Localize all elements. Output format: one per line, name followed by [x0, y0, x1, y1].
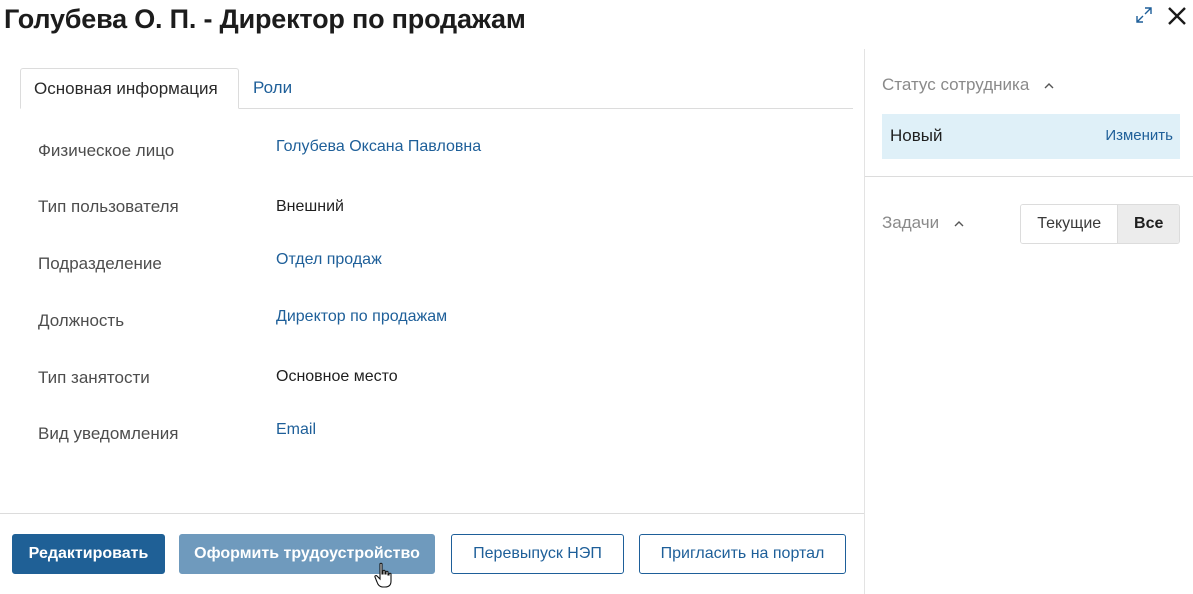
- field-value-position-link[interactable]: Директор по продажам: [276, 308, 447, 326]
- expand-icon[interactable]: [1135, 6, 1153, 24]
- field-value-user-type: Внешний: [276, 198, 344, 215]
- tasks-heading: Задачи: [882, 213, 940, 232]
- tasks-filter-current[interactable]: Текущие: [1021, 205, 1118, 243]
- change-status-link[interactable]: Изменить: [1105, 127, 1173, 144]
- sidebar-section-divider: [865, 176, 1193, 177]
- field-label-individual: Физическое лицо: [38, 141, 175, 160]
- edit-button[interactable]: Редактировать: [12, 534, 165, 574]
- tasks-section-toggle[interactable]: Задачи: [882, 213, 964, 233]
- tasks-filter-all[interactable]: Все: [1117, 205, 1179, 243]
- employ-button[interactable]: Оформить трудоустройство: [179, 534, 435, 574]
- field-value-employment-type: Основное место: [276, 368, 398, 385]
- footer-divider: [0, 513, 864, 514]
- status-box: Новый Изменить: [882, 114, 1180, 159]
- field-label-notification-type: Вид уведомления: [38, 424, 179, 443]
- field-label-employment-type: Тип занятости: [38, 368, 150, 387]
- status-value: Новый: [890, 126, 943, 145]
- sidebar-divider: [864, 49, 865, 594]
- tasks-filter-toggle: Текущие Все: [1020, 204, 1180, 244]
- invite-to-portal-button[interactable]: Пригласить на портал: [639, 534, 846, 574]
- close-icon[interactable]: [1166, 5, 1188, 27]
- reissue-signature-button[interactable]: Перевыпуск НЭП: [451, 534, 624, 574]
- field-value-department-link[interactable]: Отдел продаж: [276, 251, 382, 269]
- tab-bar: Основная информация Роли: [20, 68, 853, 109]
- status-section-toggle[interactable]: Статус сотрудника: [882, 75, 1054, 95]
- chevron-up-icon: [954, 220, 964, 227]
- chevron-up-icon: [1044, 82, 1054, 89]
- field-label-user-type: Тип пользователя: [38, 197, 179, 216]
- status-heading: Статус сотрудника: [882, 75, 1030, 94]
- hand-cursor-icon: [374, 562, 392, 588]
- field-value-notification-type-link[interactable]: Email: [276, 421, 316, 439]
- field-value-individual-link[interactable]: Голубева Оксана Павловна: [276, 138, 481, 156]
- page-title: Голубева О. П. - Директор по продажам: [4, 4, 526, 34]
- field-label-department: Подразделение: [38, 254, 162, 273]
- tab-roles[interactable]: Роли: [240, 68, 305, 108]
- field-label-position: Должность: [38, 311, 125, 330]
- tab-main-info[interactable]: Основная информация: [20, 68, 239, 109]
